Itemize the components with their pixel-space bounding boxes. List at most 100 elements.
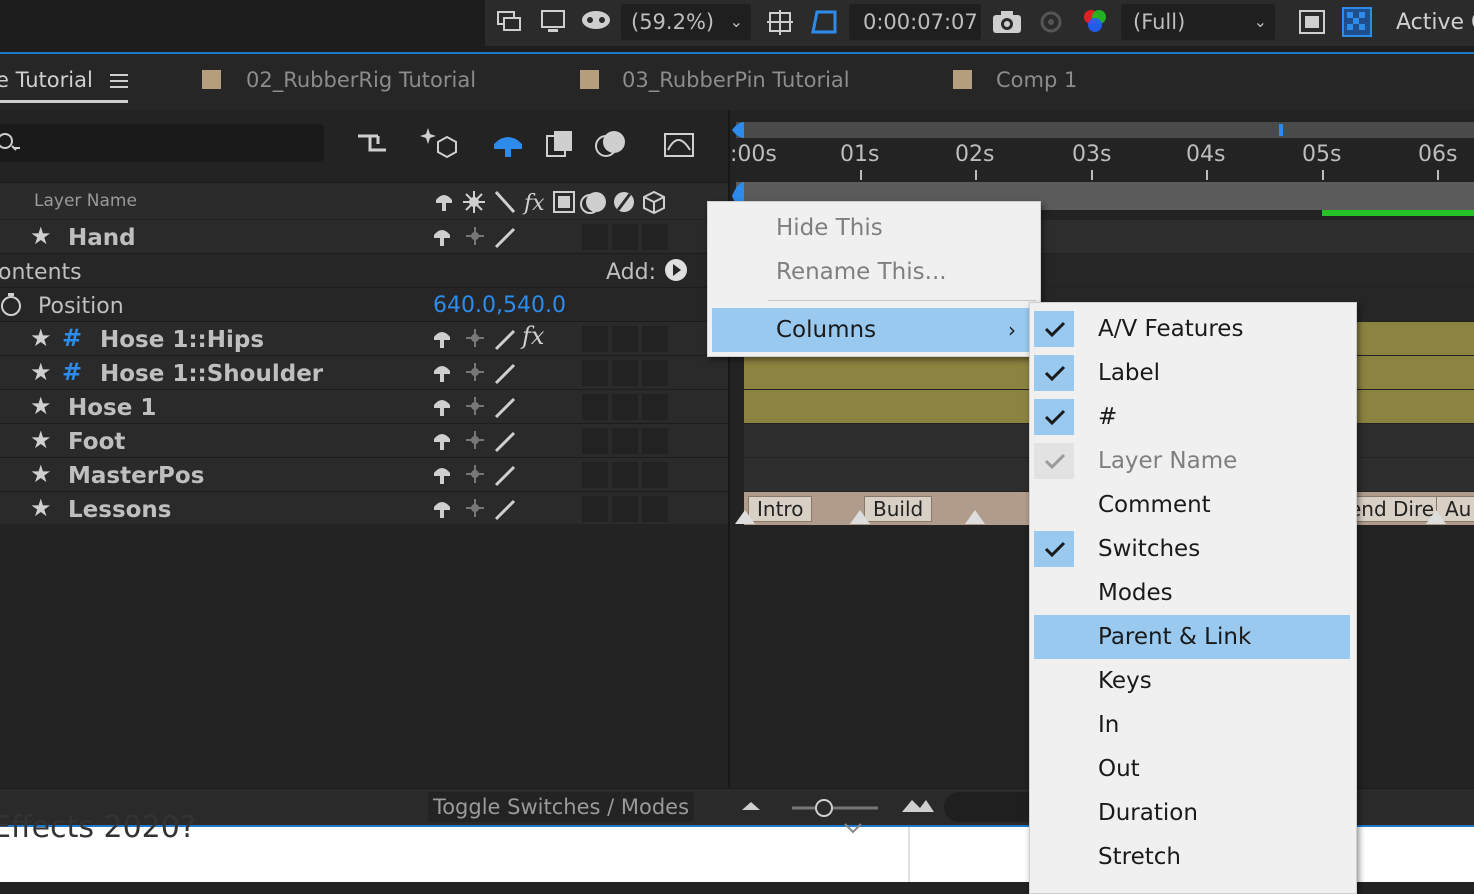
column-option-modes[interactable]: Modes [1030, 571, 1356, 615]
mask-visibility-icon[interactable] [579, 8, 613, 36]
mask-path-icon[interactable] [807, 6, 841, 38]
layer-name[interactable]: Foot [68, 429, 125, 455]
menu-item-columns[interactable]: Columns › [712, 308, 1030, 352]
layer-switches[interactable] [430, 461, 530, 489]
column-option-switches[interactable]: Switches [1030, 527, 1356, 571]
switch-cell[interactable] [582, 496, 608, 522]
grid-guides-icon[interactable] [765, 8, 795, 38]
time-navigator-bar[interactable] [736, 122, 1474, 138]
layer-switches[interactable] [430, 495, 530, 523]
switch-cell[interactable] [612, 360, 638, 386]
layer-row-hose-hips[interactable]: ★ # Hose 1::Hips fx [0, 322, 728, 356]
switch-cell[interactable] [612, 462, 638, 488]
column-option-av-features[interactable]: A/V Features [1030, 307, 1356, 351]
frame-blending-icon[interactable] [544, 128, 576, 160]
navigator-start-handle[interactable] [732, 122, 744, 138]
graph-editor-icon[interactable] [662, 128, 696, 160]
menu-item-rename-this[interactable]: Rename This... [708, 250, 1040, 294]
switch-cell[interactable] [642, 224, 668, 250]
layer-switches[interactable] [430, 427, 530, 455]
channel-color-icon[interactable] [1079, 6, 1111, 38]
zoom-in-icon[interactable] [900, 796, 936, 814]
switch-cell[interactable] [612, 224, 638, 250]
switch-cell[interactable] [582, 360, 608, 386]
column-option-layer-name[interactable]: Layer Name [1030, 439, 1356, 483]
layer-name[interactable]: MasterPos [68, 463, 204, 489]
column-option-number[interactable]: # [1030, 395, 1356, 439]
column-option-stretch[interactable]: Stretch [1030, 835, 1356, 879]
switch-cell[interactable] [612, 326, 638, 352]
layer-switches[interactable] [430, 223, 530, 251]
zoom-dropdown[interactable]: (59.2%) ⌄ [621, 4, 751, 40]
tab-active-comp[interactable]: e Tutorial [0, 68, 93, 92]
column-option-label[interactable]: Label [1030, 351, 1356, 395]
contents-row[interactable]: ontents Add: [0, 254, 728, 288]
layer-row-hose-shoulder[interactable]: ★ # Hose 1::Shoulder [0, 356, 728, 390]
switch-cell[interactable] [612, 394, 638, 420]
position-row[interactable]: Position 640.0,540.0 [0, 288, 728, 322]
camera-snapshot-icon[interactable] [991, 8, 1023, 36]
always-preview-icon[interactable] [495, 8, 523, 36]
layer-row-foot[interactable]: ★ Foot [0, 424, 728, 458]
layer-name[interactable]: Hose 1 [68, 395, 156, 421]
switch-cell[interactable] [612, 496, 638, 522]
switch-cell[interactable] [642, 496, 668, 522]
marker-pin-icon[interactable] [850, 510, 870, 524]
add-arrow-icon[interactable] [664, 258, 688, 282]
resolution-dropdown[interactable]: (Full) ⌄ [1121, 4, 1275, 40]
switch-cell[interactable] [582, 326, 608, 352]
switch-cell[interactable] [612, 428, 638, 454]
column-option-out[interactable]: Out [1030, 747, 1356, 791]
show-snapshot-icon[interactable] [1035, 8, 1067, 36]
switch-cell[interactable] [642, 462, 668, 488]
hamburger-menu-icon[interactable] [110, 72, 130, 90]
layer-name[interactable]: Hose 1::Hips [100, 327, 264, 353]
layer-switches[interactable] [430, 359, 530, 387]
column-option-parent-link[interactable]: Parent & Link [1034, 615, 1350, 659]
active-camera-dropdown[interactable]: Active C [1396, 10, 1474, 35]
layer-name-column-header[interactable]: Layer Name [34, 191, 137, 211]
search-input[interactable] [0, 124, 324, 162]
stopwatch-icon[interactable] [0, 292, 24, 318]
current-time-display[interactable]: 0:00:07:07 [849, 4, 981, 40]
composition-mini-flowchart-icon[interactable] [356, 128, 390, 158]
position-value[interactable]: 640.0,540.0 [433, 293, 566, 318]
zoom-slider[interactable] [790, 796, 880, 820]
layer-name[interactable]: Hand [68, 225, 136, 251]
switch-cell[interactable] [642, 428, 668, 454]
layer-row-hose-1[interactable]: ★ Hose 1 [0, 390, 728, 424]
transparency-grid-icon[interactable] [1341, 6, 1373, 38]
shy-layers-icon[interactable] [490, 128, 526, 160]
fx-icon[interactable]: fx [522, 322, 544, 350]
time-ruler[interactable]: :00s 01s 02s 03s 04s 05s 06s [730, 140, 1474, 180]
layer-switches[interactable] [430, 393, 530, 421]
marker-build[interactable]: Build [864, 496, 933, 522]
layer-name[interactable]: Lessons [68, 497, 172, 523]
column-option-duration[interactable]: Duration [1030, 791, 1356, 835]
menu-item-hide-this[interactable]: Hide This [708, 206, 1040, 250]
marker-pin-icon[interactable] [735, 510, 755, 524]
switch-cell[interactable] [582, 394, 608, 420]
monitor-icon[interactable] [539, 8, 567, 36]
layer-name[interactable]: Hose 1::Shoulder [100, 361, 323, 387]
layer-row-hand[interactable]: ★ Hand [0, 220, 728, 254]
switch-cell[interactable] [642, 326, 668, 352]
toggle-switches-modes-button[interactable]: Toggle Switches / Modes [428, 792, 694, 822]
tab-comp-1[interactable]: Comp 1 [996, 68, 1077, 92]
tab-03-rubberpin[interactable]: 03_RubberPin Tutorial [622, 68, 850, 92]
switch-cell[interactable] [582, 428, 608, 454]
switch-cell[interactable] [582, 224, 608, 250]
layer-row-lessons[interactable]: ★ Lessons [0, 492, 728, 526]
layer-row-masterpos[interactable]: ★ MasterPos [0, 458, 728, 492]
tab-02-rubberrig[interactable]: 02_RubberRig Tutorial [246, 68, 476, 92]
switch-cell[interactable] [642, 360, 668, 386]
draft-3d-icon[interactable] [420, 124, 458, 162]
column-option-in[interactable]: In [1030, 703, 1356, 747]
marker-pin-icon[interactable] [965, 510, 985, 524]
motion-blur-icon[interactable] [594, 128, 628, 160]
column-option-keys[interactable]: Keys [1030, 659, 1356, 703]
switch-cell[interactable] [582, 462, 608, 488]
column-option-comment[interactable]: Comment [1030, 483, 1356, 527]
marker-pin-icon[interactable] [1426, 510, 1446, 524]
zoom-out-icon[interactable] [740, 798, 762, 814]
